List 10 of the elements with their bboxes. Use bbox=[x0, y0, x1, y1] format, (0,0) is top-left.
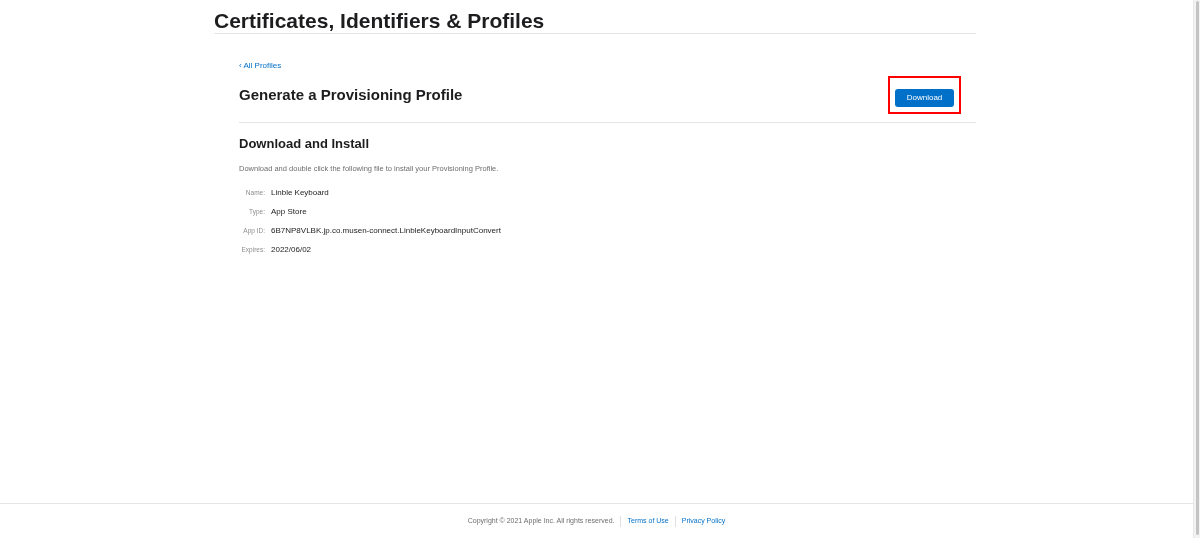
section-title: Download and Install bbox=[239, 136, 370, 152]
download-button[interactable]: Download bbox=[895, 89, 954, 107]
page-header-title: Certificates, Identifiers & Profiles bbox=[214, 8, 546, 33]
detail-value: App Store bbox=[271, 207, 307, 217]
back-link[interactable]: ‹ All Profiles bbox=[239, 61, 976, 71]
page-title: Generate a Provisioning Profile bbox=[239, 85, 463, 105]
scroll-bar[interactable] bbox=[1193, 0, 1200, 538]
detail-value: Linble Keyboard bbox=[271, 188, 329, 198]
detail-value: 2022/06/02 bbox=[271, 245, 312, 255]
detail-value: 6B7NP8VLBK.jp.co.musen-connect.LinbleKeyboardInputConvert bbox=[271, 226, 501, 236]
